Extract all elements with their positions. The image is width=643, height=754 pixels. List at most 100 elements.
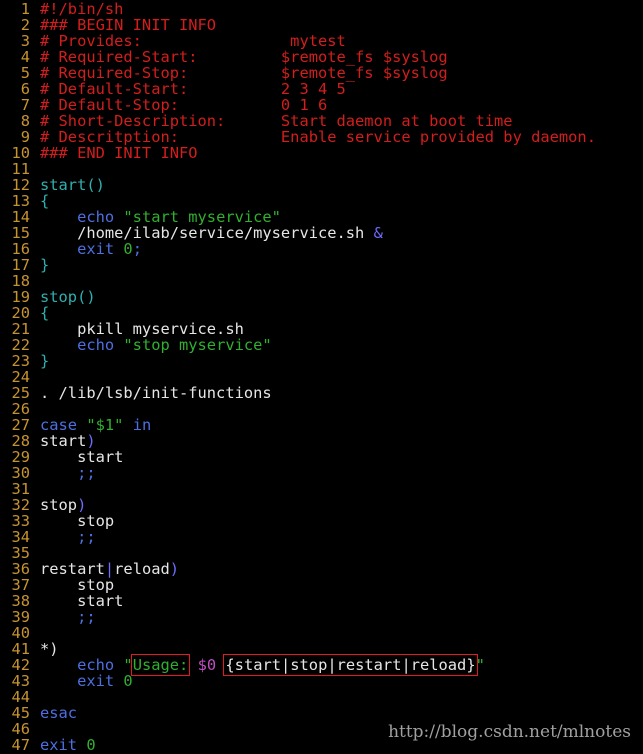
code-line[interactable]: 32 stop) xyxy=(0,497,643,513)
line-number: 44 xyxy=(11,688,30,706)
code-line[interactable]: 8 # Short-Description: Start daemon at bo… xyxy=(0,113,643,129)
code-text: # Required-Stop: $remote_fs $syslog xyxy=(40,65,448,81)
code-line[interactable]: 39 ;; xyxy=(0,609,643,625)
line-number: 33 xyxy=(11,512,30,530)
code-line[interactable]: 40 xyxy=(0,625,643,641)
code-text: pkill myservice.sh xyxy=(40,321,244,337)
code-line[interactable]: 29 start xyxy=(0,449,643,465)
line-number: 12 xyxy=(11,176,30,194)
code-text: esac xyxy=(40,705,77,721)
code-text: echo "stop myservice" xyxy=(40,337,272,353)
code-text: . /lib/lsb/init-functions xyxy=(40,385,272,401)
code-text: # Required-Start: $remote_fs $syslog xyxy=(40,49,448,65)
line-number: 40 xyxy=(11,624,30,642)
code-line[interactable]: 17} xyxy=(0,257,643,273)
line-number: 10 xyxy=(11,144,30,162)
code-line[interactable]: 3 # Provides: mytest xyxy=(0,33,643,49)
code-editor[interactable]: 1 #!/bin/sh 2 ### BEGIN INIT INFO 3 # Provide… xyxy=(0,1,643,753)
code-token: ;; xyxy=(40,464,96,482)
code-token: . /lib/lsb/init-functions xyxy=(40,384,272,402)
code-line[interactable]: 10 ### END INIT INFO xyxy=(0,145,643,161)
code-line[interactable]: 24 xyxy=(0,369,643,385)
code-line[interactable]: 26 xyxy=(0,401,643,417)
code-text: restart|reload) xyxy=(40,561,179,577)
code-text: /home/ilab/service/myservice.sh & xyxy=(40,225,383,241)
code-line[interactable]: 13 { xyxy=(0,193,643,209)
code-line[interactable]: 33 stop xyxy=(0,513,643,529)
code-token: ; xyxy=(132,240,142,258)
code-line[interactable]: 12 start() xyxy=(0,177,643,193)
code-line[interactable]: 31 xyxy=(0,481,643,497)
code-line[interactable]: 34 ;; xyxy=(0,529,643,545)
code-line[interactable]: 35 xyxy=(0,545,643,561)
code-line[interactable]: 16 exit 0; xyxy=(0,241,643,257)
code-line[interactable]: 11 xyxy=(0,161,643,177)
line-number: 9 xyxy=(20,128,30,146)
code-token: reload xyxy=(114,560,170,578)
code-token: exit xyxy=(40,736,87,754)
code-line[interactable]: 1 #!/bin/sh xyxy=(0,1,643,17)
code-line[interactable]: 25 . /lib/lsb/init-functions xyxy=(0,385,643,401)
code-line[interactable]: 21 pkill myservice.sh xyxy=(0,321,643,337)
code-line[interactable]: 43 exit 0 xyxy=(0,673,643,689)
line-number: 41 xyxy=(11,640,30,658)
code-text: stop xyxy=(40,513,114,529)
line-number: 38 xyxy=(11,592,30,610)
code-text: #!/bin/sh xyxy=(40,1,123,17)
code-token: 0 xyxy=(123,240,133,258)
code-token: 0 xyxy=(86,736,96,754)
code-token: esac xyxy=(40,704,78,722)
code-line[interactable]: 18 xyxy=(0,273,643,289)
code-line[interactable]: 4 # Required-Start: $remote_fs $syslog xyxy=(0,49,643,65)
code-line[interactable]: 36 restart|reload) xyxy=(0,561,643,577)
code-text: ;; xyxy=(40,465,96,481)
line-number: 43 xyxy=(11,672,30,690)
code-line[interactable]: 41 *) xyxy=(0,641,643,657)
code-line[interactable]: 2 ### BEGIN INIT INFO xyxy=(0,17,643,33)
line-number: 32 xyxy=(11,496,30,514)
code-line[interactable]: 38 start xyxy=(0,593,643,609)
code-line[interactable]: 45 esac xyxy=(0,705,643,721)
line-number: 21 xyxy=(11,320,30,338)
code-text: ;; xyxy=(40,609,96,625)
code-line[interactable]: 9 # Descritption: Enable service provided… xyxy=(0,129,643,145)
line-number: 15 xyxy=(11,224,30,242)
code-line[interactable]: 7 # Default-Stop: 0 1 6 xyxy=(0,97,643,113)
code-line[interactable]: 27 case "$1" in xyxy=(0,417,643,433)
code-line[interactable]: 23} xyxy=(0,353,643,369)
line-number: 28 xyxy=(11,432,30,450)
code-text: stop) xyxy=(40,497,86,513)
code-token: exit xyxy=(40,240,124,258)
code-line[interactable]: 19 stop() xyxy=(0,289,643,305)
line-number: 17 xyxy=(11,256,30,274)
code-token: ;; xyxy=(40,528,96,546)
code-line[interactable]: 42 echo "Usage: $0 {start|stop|restart|r… xyxy=(0,654,643,676)
code-line[interactable]: 20 { xyxy=(0,305,643,321)
code-line[interactable]: 14 echo "start myservice" xyxy=(0,209,643,225)
code-text: # Default-Start: 2 3 4 5 xyxy=(40,81,346,97)
code-token: $0 xyxy=(197,656,217,674)
highlighted-token: Usage: xyxy=(130,654,191,676)
code-line[interactable]: 37 stop xyxy=(0,577,643,593)
code-line[interactable]: 30 ;; xyxy=(0,465,643,481)
code-line[interactable]: 5 # Required-Stop: $remote_fs $syslog xyxy=(0,65,643,81)
code-text: stop xyxy=(40,577,114,593)
code-line[interactable]: 22 echo "stop myservice" xyxy=(0,337,643,353)
code-line[interactable]: 28 start) xyxy=(0,433,643,449)
line-number: 16 xyxy=(11,240,30,258)
code-line[interactable]: 6 # Default-Start: 2 3 4 5 xyxy=(0,81,643,97)
highlighted-token: {start|stop|restart|reload} xyxy=(223,654,478,676)
code-text: # Provides: mytest xyxy=(40,33,346,49)
code-token: exit xyxy=(40,672,124,690)
code-text: exit 0 xyxy=(40,673,133,689)
code-line[interactable]: 44 xyxy=(0,689,643,705)
code-text: { xyxy=(40,305,49,321)
line-number: 47 xyxy=(11,736,30,754)
code-text: ### END INIT INFO xyxy=(40,145,198,161)
line-number: 3 xyxy=(20,32,30,50)
code-text: } xyxy=(40,353,49,369)
code-line[interactable]: 15 /home/ilab/service/myservice.sh & xyxy=(0,225,643,241)
code-token: & xyxy=(373,224,383,242)
